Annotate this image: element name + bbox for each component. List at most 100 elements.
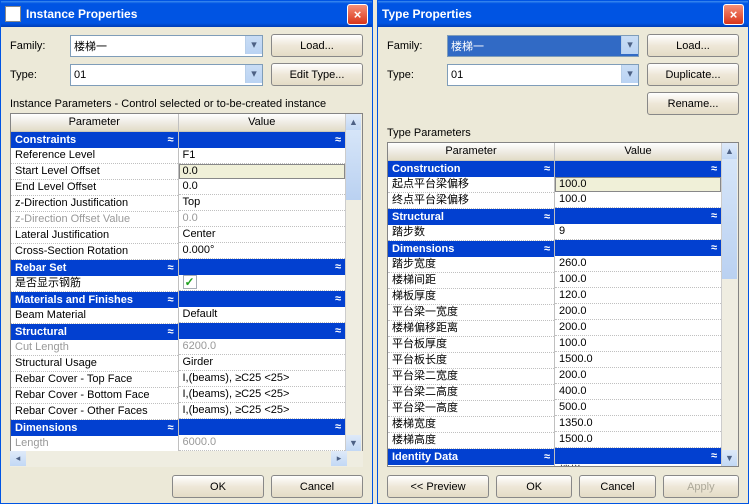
ok-button[interactable]: OK	[496, 475, 572, 498]
param-cell[interactable]: 平台梁一宽度	[388, 305, 554, 321]
close-icon[interactable]: ×	[347, 4, 368, 25]
param-cell[interactable]: 楼梯宽度	[388, 417, 554, 433]
param-cell[interactable]: Structural Usage	[11, 356, 178, 372]
param-cell[interactable]: Reference Level	[11, 148, 178, 164]
param-cell[interactable]: 平台梁二宽度	[388, 369, 554, 385]
value-cell[interactable]: 6200.0	[179, 339, 346, 355]
value-cell[interactable]: 200.0	[555, 320, 721, 336]
param-cell[interactable]: Rebar Cover - Other Faces	[11, 404, 178, 420]
value-cell[interactable]: 100.0	[555, 336, 721, 352]
value-cell[interactable]: 120.0	[555, 288, 721, 304]
checkbox[interactable]: ✓	[183, 275, 197, 289]
vertical-scrollbar[interactable]: ▲ ▼	[345, 114, 362, 451]
param-cell[interactable]: Cross-Section Rotation	[11, 244, 178, 260]
value-cell[interactable]: 0.0	[179, 179, 346, 195]
scroll-thumb[interactable]	[346, 130, 361, 200]
scroll-down-icon[interactable]: ▼	[346, 435, 361, 451]
apply-button[interactable]: Apply	[663, 475, 739, 498]
section-header[interactable]: ≈	[179, 259, 346, 275]
param-cell[interactable]: 踏步数	[388, 225, 554, 241]
param-cell[interactable]: Beam Material	[11, 308, 178, 324]
section-header[interactable]: ≈	[179, 323, 346, 339]
value-cell[interactable]: 0.0	[179, 164, 346, 179]
family-combo[interactable]: 楼梯一▾	[70, 35, 263, 57]
value-cell[interactable]: I,(beams), ≥C25 <25>	[179, 403, 346, 419]
section-header[interactable]: Identity Data≈	[388, 449, 554, 465]
scroll-up-icon[interactable]: ▲	[346, 114, 361, 130]
value-cell[interactable]: 400.0	[555, 384, 721, 400]
value-cell[interactable]: 200.0	[555, 368, 721, 384]
param-cell[interactable]: 平台板厚度	[388, 337, 554, 353]
value-cell[interactable]: 500.0	[555, 400, 721, 416]
value-cell[interactable]: 0.0	[179, 211, 346, 227]
param-cell[interactable]: Type Comments	[388, 465, 554, 466]
scroll-right-icon[interactable]: ▸	[331, 451, 347, 466]
section-header[interactable]: Constraints≈	[11, 132, 178, 148]
edit-type-button[interactable]: Edit Type...	[271, 63, 363, 86]
value-cell[interactable]: 100.0	[555, 192, 721, 208]
param-cell[interactable]: 起点平台梁偏移	[388, 177, 554, 193]
value-cell[interactable]: I,(beams), ≥C25 <25>	[179, 371, 346, 387]
cancel-button[interactable]: Cancel	[271, 475, 363, 498]
section-header[interactable]: ≈	[555, 448, 721, 464]
scroll-left-icon[interactable]: ◂	[10, 451, 26, 466]
duplicate-button[interactable]: Duplicate...	[647, 63, 739, 86]
value-cell[interactable]: 9	[555, 224, 721, 240]
preview-button[interactable]: << Preview	[387, 475, 489, 498]
section-header[interactable]: Dimensions≈	[388, 241, 554, 257]
section-header[interactable]: Rebar Set≈	[11, 260, 178, 276]
scroll-up-icon[interactable]: ▲	[722, 143, 737, 159]
section-header[interactable]: ≈	[179, 419, 346, 435]
param-cell[interactable]: End Level Offset	[11, 180, 178, 196]
close-icon[interactable]: ×	[723, 4, 744, 25]
param-cell[interactable]: 平台梁二高度	[388, 385, 554, 401]
param-cell[interactable]: 终点平台梁偏移	[388, 193, 554, 209]
value-cell[interactable]: Top	[179, 195, 346, 211]
param-cell[interactable]: 楼梯间距	[388, 273, 554, 289]
cancel-button[interactable]: Cancel	[579, 475, 655, 498]
vertical-scrollbar[interactable]: ▲ ▼	[721, 143, 738, 466]
value-cell[interactable]: 0.000°	[179, 243, 346, 259]
titlebar-right[interactable]: Type Properties ×	[378, 1, 748, 27]
section-header[interactable]: ≈	[179, 291, 346, 307]
value-cell[interactable]: F1	[179, 148, 346, 164]
ok-button[interactable]: OK	[172, 475, 264, 498]
value-cell[interactable]: Default	[179, 307, 346, 323]
param-cell[interactable]: 楼梯高度	[388, 433, 554, 449]
param-cell[interactable]: 平台梁一高度	[388, 401, 554, 417]
value-cell[interactable]: 200.0	[555, 304, 721, 320]
value-cell[interactable]: Girder	[179, 355, 346, 371]
param-cell[interactable]: 楼梯偏移距离	[388, 321, 554, 337]
param-cell[interactable]: Start Level Offset	[11, 164, 178, 180]
type-combo[interactable]: 01▾	[70, 64, 263, 86]
value-cell[interactable]: Center	[179, 227, 346, 243]
param-cell[interactable]: 是否显示钢筋	[11, 276, 178, 292]
section-header[interactable]: ≈	[179, 132, 346, 148]
param-cell[interactable]: Lateral Justification	[11, 228, 178, 244]
param-cell[interactable]: z-Direction Offset Value	[11, 212, 178, 228]
section-header[interactable]: Dimensions≈	[11, 420, 178, 436]
value-cell[interactable]: 100.0	[555, 272, 721, 288]
value-cell[interactable]: 100.0	[555, 177, 721, 192]
section-header[interactable]: ≈	[555, 208, 721, 224]
scroll-thumb[interactable]	[722, 159, 737, 279]
value-cell[interactable]: 1350.0	[555, 416, 721, 432]
param-cell[interactable]: 踏步宽度	[388, 257, 554, 273]
param-cell[interactable]: Length	[11, 436, 178, 451]
value-cell[interactable]: I,(beams), ≥C25 <25>	[179, 387, 346, 403]
scroll-down-icon[interactable]: ▼	[722, 450, 737, 466]
load-button[interactable]: Load...	[271, 34, 363, 57]
param-cell[interactable]: 梯板厚度	[388, 289, 554, 305]
titlebar-left[interactable]: Instance Properties ×	[1, 1, 372, 27]
param-cell[interactable]: z-Direction Justification	[11, 196, 178, 212]
rename-button[interactable]: Rename...	[647, 92, 739, 115]
value-cell[interactable]: 楼梯	[555, 464, 721, 466]
value-cell[interactable]: ✓	[179, 275, 346, 291]
section-header[interactable]: Structural≈	[11, 324, 178, 340]
param-cell[interactable]: Rebar Cover - Bottom Face	[11, 388, 178, 404]
section-header[interactable]: ≈	[555, 240, 721, 256]
horizontal-scrollbar[interactable]: ◂ ▸	[10, 451, 363, 467]
value-cell[interactable]: 260.0	[555, 256, 721, 272]
param-cell[interactable]: 平台板长度	[388, 353, 554, 369]
param-cell[interactable]: Rebar Cover - Top Face	[11, 372, 178, 388]
